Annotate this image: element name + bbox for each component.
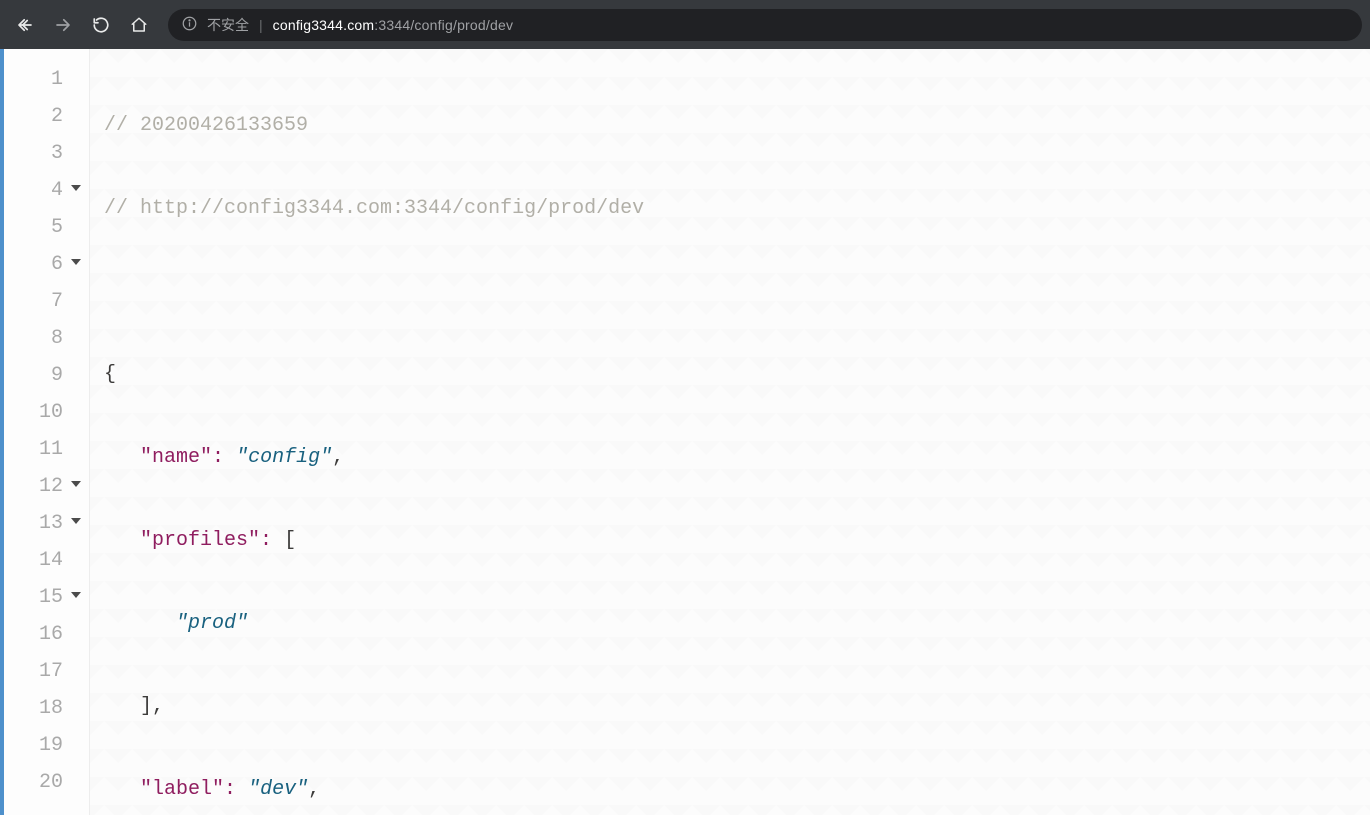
fold-chevron-icon[interactable] xyxy=(71,185,81,191)
line-number: 13 xyxy=(4,505,89,542)
line-number: 16 xyxy=(4,616,89,653)
reload-icon[interactable] xyxy=(84,8,118,42)
json-string: "config" xyxy=(236,446,332,469)
browser-toolbar: 不安全 | config3344.com:3344/config/prod/de… xyxy=(0,0,1370,49)
line-number: 15 xyxy=(4,579,89,616)
home-icon[interactable] xyxy=(122,8,156,42)
fold-chevron-icon[interactable] xyxy=(71,592,81,598)
fold-chevron-icon[interactable] xyxy=(71,518,81,524)
address-bar[interactable]: 不安全 | config3344.com:3344/config/prod/de… xyxy=(168,9,1362,41)
line-number: 2 xyxy=(4,98,89,135)
line-number: 20 xyxy=(4,764,89,801)
line-number: 19 xyxy=(4,727,89,764)
line-number: 5 xyxy=(4,209,89,246)
line-number: 6 xyxy=(4,246,89,283)
json-key: "profiles" xyxy=(140,529,260,552)
json-string: "dev" xyxy=(248,778,308,801)
security-label: 不安全 xyxy=(207,15,249,35)
brace: { xyxy=(104,363,116,386)
line-number: 10 xyxy=(4,394,89,431)
forward-icon[interactable] xyxy=(46,8,80,42)
line-number: 1 xyxy=(4,61,89,98)
comment-text: // 20200426133659 xyxy=(104,114,308,137)
json-key: "name" xyxy=(140,446,212,469)
line-number: 17 xyxy=(4,653,89,690)
json-key: "label" xyxy=(140,778,224,801)
line-number: 18 xyxy=(4,690,89,727)
line-number: 14 xyxy=(4,542,89,579)
comment-text: // http://config3344.com:3344/config/pro… xyxy=(104,197,644,220)
line-number-gutter: 1234567891011121314151617181920 xyxy=(4,49,90,815)
line-number: 8 xyxy=(4,320,89,357)
fold-chevron-icon[interactable] xyxy=(71,481,81,487)
url-text: config3344.com:3344/config/prod/dev xyxy=(273,17,514,33)
json-string: "prod" xyxy=(176,612,248,635)
back-icon[interactable] xyxy=(8,8,42,42)
info-icon xyxy=(182,16,197,34)
fold-chevron-icon[interactable] xyxy=(71,259,81,265)
code-viewer: 1234567891011121314151617181920 // 20200… xyxy=(0,49,1370,815)
line-number: 9 xyxy=(4,357,89,394)
line-number: 4 xyxy=(4,172,89,209)
line-number: 7 xyxy=(4,283,89,320)
line-number: 11 xyxy=(4,431,89,468)
line-number: 12 xyxy=(4,468,89,505)
separator: | xyxy=(259,17,263,33)
code-content: // 20200426133659 // http://config3344.c… xyxy=(90,49,1370,815)
line-number: 3 xyxy=(4,135,89,172)
